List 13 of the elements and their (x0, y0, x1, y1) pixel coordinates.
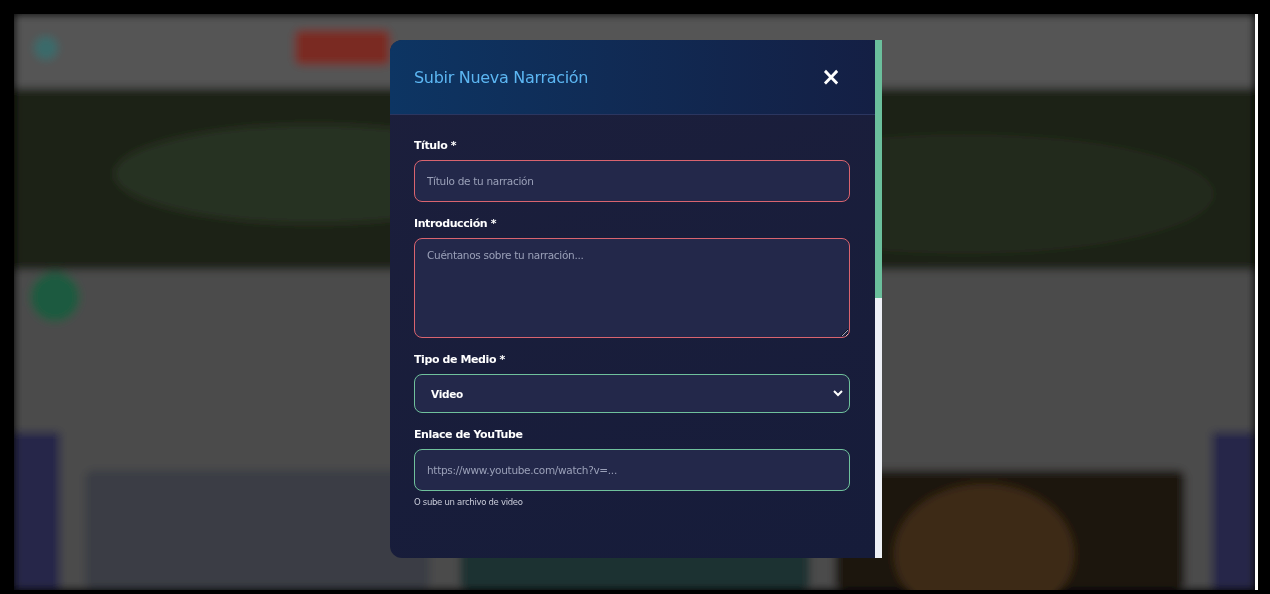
field-label: Introducción * (414, 217, 498, 230)
dropdown[interactable]: Video (414, 374, 850, 413)
field-label: Enlace de YouTube (414, 428, 524, 441)
input-field[interactable]: Título de tu narración (414, 160, 850, 202)
hint-text: O sube un archivo de video (414, 497, 524, 507)
field-label: Título * (414, 139, 458, 152)
input-field[interactable]: Cuéntanos sobre tu narración... (414, 238, 850, 338)
scrollbar[interactable] (875, 40, 882, 558)
field-label: Tipo de Medio * (414, 353, 506, 366)
dialog-title: Subir Nueva Narración (414, 67, 589, 87)
chevron-down-icon (833, 390, 843, 397)
close-button[interactable]: × (816, 65, 845, 89)
input-field[interactable]: https://www.youtube.com/watch?v=... (414, 449, 850, 491)
